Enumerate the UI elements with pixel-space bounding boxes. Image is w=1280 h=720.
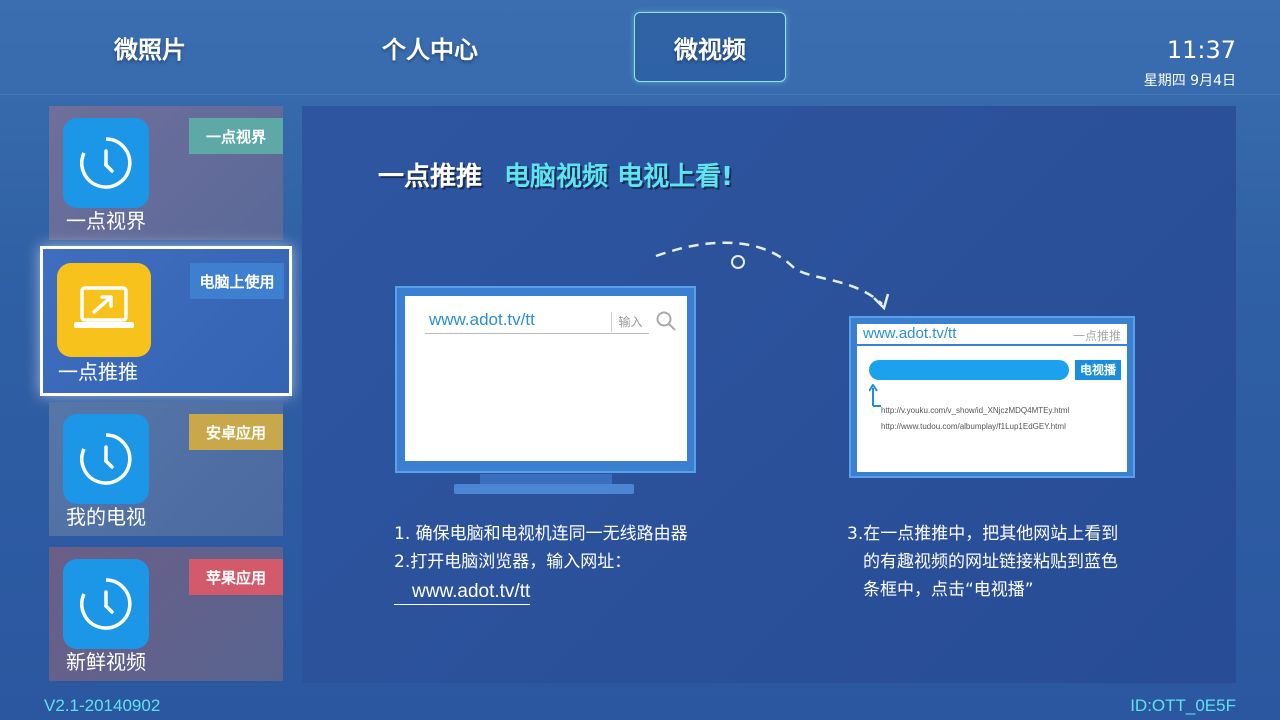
sidebar-item-fresh-video[interactable]: 苹果应用 新鲜视频 bbox=[49, 547, 283, 681]
top-navigation-bar: 微照片 个人中心 微视频 11:37 星期四 9月4日 bbox=[0, 0, 1280, 95]
version-label: V2.1-20140902 bbox=[44, 696, 161, 715]
clock-time: 11:37 bbox=[1166, 36, 1236, 64]
clock-date: 星期四 9月4日 bbox=[1143, 73, 1236, 89]
tab-personal-center[interactable]: 个人中心 bbox=[350, 12, 510, 82]
tv-url-text: www.adot.tv/tt bbox=[863, 325, 957, 342]
tv-example-link: http://v.youku.com/v_show/id_XNjczMDQ4MT… bbox=[881, 406, 1070, 415]
url-text: www.adot.tv/tt bbox=[429, 310, 535, 329]
clock-icon bbox=[63, 414, 149, 504]
tv-paste-bar bbox=[869, 360, 1069, 380]
tv-example-link: http://www.tudou.com/albumplay/f1Lup1EdG… bbox=[881, 422, 1066, 431]
computer-monitor-illustration: www.adot.tv/tt 输入 bbox=[395, 286, 696, 473]
tv-url-bar: www.adot.tv/tt 一点推推 bbox=[857, 324, 1127, 346]
up-arrow-icon bbox=[869, 384, 881, 407]
sidebar-item-label: 新鲜视频 bbox=[66, 650, 146, 674]
url-input-label: 输入 bbox=[611, 312, 649, 332]
instruction-url-link: www.adot.tv/tt bbox=[394, 580, 531, 605]
monitor-base bbox=[454, 484, 634, 494]
instruction-step-3-line1: 3.在一点推推中，把其他网站上看到 bbox=[847, 524, 1119, 544]
device-id-label: ID:OTT_0E5F bbox=[1130, 696, 1236, 715]
tv-play-button: 电视播 bbox=[1075, 360, 1121, 380]
sidebar-item-label: 我的电视 bbox=[66, 505, 146, 529]
monitor-stand bbox=[480, 474, 612, 484]
tv-screen: www.adot.tv/tt 一点推推 电视播 http://v.youku.c… bbox=[857, 324, 1127, 472]
search-icon bbox=[656, 311, 676, 331]
app-tag: 一点视界 bbox=[189, 118, 283, 154]
sidebar-item-label: 一点推推 bbox=[58, 360, 138, 384]
laptop-share-icon bbox=[57, 263, 151, 357]
instruction-step-1: 1. 确保电脑和电视机连同一无线路由器 bbox=[394, 524, 688, 544]
instruction-step-3-line3: 条框中，点击“电视播” bbox=[863, 580, 1034, 600]
app-tag: 安卓应用 bbox=[189, 414, 283, 450]
app-tag: 电脑上使用 bbox=[190, 263, 284, 299]
instruction-step-3-line2: 的有趣视频的网址链接粘贴到蓝色 bbox=[863, 552, 1118, 572]
tv-url-tag: 一点推推 bbox=[1072, 329, 1121, 343]
sidebar-item-label: 一点视界 bbox=[66, 209, 146, 233]
clock-icon bbox=[63, 559, 149, 649]
app-tag: 苹果应用 bbox=[189, 559, 283, 595]
sidebar-item-my-tv[interactable]: 安卓应用 我的电视 bbox=[49, 402, 283, 536]
instructions-right: 3.在一点推推中，把其他网站上看到 的有趣视频的网址链接粘贴到蓝色 条框中，点击… bbox=[847, 520, 1118, 604]
tab-micro-video[interactable]: 微视频 bbox=[634, 12, 786, 82]
clock-icon bbox=[63, 118, 149, 208]
monitor-screen: www.adot.tv/tt 输入 bbox=[405, 296, 687, 461]
main-panel: 一点推推 电脑视频 电视上看! www.adot.tv/tt 输入 www.ad… bbox=[302, 106, 1236, 683]
tab-micro-photo[interactable]: 微照片 bbox=[70, 12, 230, 82]
tv-illustration: www.adot.tv/tt 一点推推 电视播 http://v.youku.c… bbox=[849, 316, 1135, 478]
sidebar-item-yidian-tuitui[interactable]: 电脑上使用 一点推推 bbox=[40, 246, 292, 396]
page-headline: 一点推推 电脑视频 电视上看! bbox=[378, 156, 733, 193]
url-address-box: www.adot.tv/tt 输入 bbox=[425, 310, 649, 334]
instruction-step-2: 2.打开电脑浏览器，输入网址： bbox=[394, 552, 632, 572]
sidebar-item-yidian-shijie[interactable]: 一点视界 一点视界 bbox=[49, 106, 283, 240]
instructions-left: 1. 确保电脑和电视机连同一无线路由器 2.打开电脑浏览器，输入网址： www.… bbox=[394, 520, 688, 606]
headline-title: 一点推推 bbox=[378, 162, 483, 192]
headline-slogan: 电脑视频 电视上看! bbox=[504, 162, 733, 192]
